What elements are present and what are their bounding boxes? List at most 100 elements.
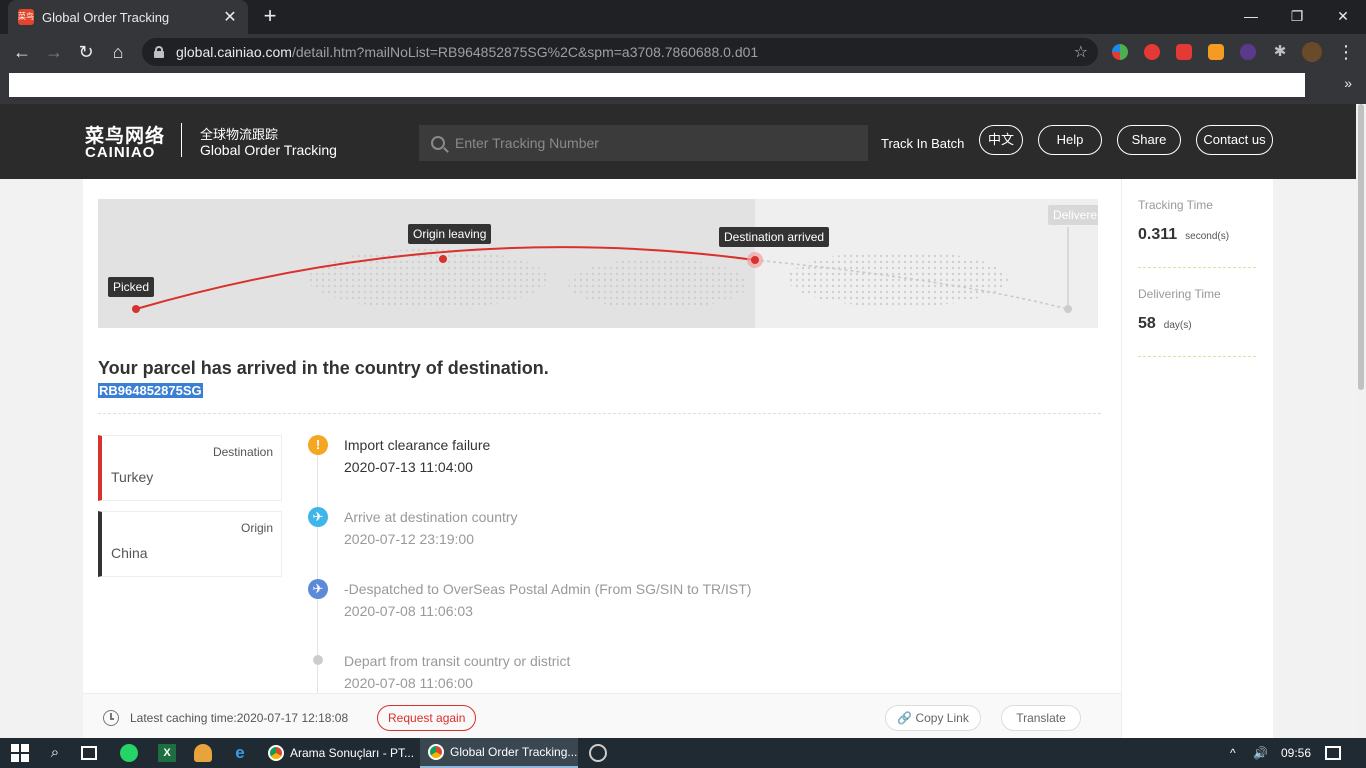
internet-explorer-icon[interactable]: e bbox=[231, 744, 249, 762]
link-icon: 🔗 bbox=[897, 711, 916, 725]
route-point-picked bbox=[132, 305, 140, 313]
alert-icon: ! bbox=[308, 435, 328, 455]
bookmark-star-icon[interactable]: ☆ bbox=[1074, 42, 1088, 62]
reload-button[interactable]: ↻ bbox=[74, 40, 98, 64]
contact-us-button[interactable]: Contact us bbox=[1196, 125, 1273, 155]
tracking-search-box bbox=[419, 125, 868, 161]
event-time: 2020-07-08 11:06:00 bbox=[344, 675, 473, 691]
scrollbar-thumb[interactable] bbox=[1358, 104, 1364, 390]
extension-circle-icon[interactable] bbox=[1240, 44, 1256, 60]
notification-center-icon[interactable] bbox=[1325, 746, 1341, 760]
bookmarks-overflow-icon[interactable]: » bbox=[1344, 75, 1352, 91]
destination-label: Destination bbox=[212, 445, 273, 459]
excel-icon[interactable]: X bbox=[158, 744, 176, 762]
person-app-icon[interactable] bbox=[194, 744, 212, 762]
tab-title: Global Order Tracking bbox=[42, 9, 170, 25]
delivering-time-label: Delivering Time bbox=[1138, 287, 1221, 301]
tab-close-icon[interactable]: ✕ bbox=[222, 7, 238, 27]
origin-label: Origin bbox=[240, 521, 273, 535]
map-label-destination-arrived: Destination arrived bbox=[719, 227, 830, 247]
plane-landing-icon: ✈ bbox=[308, 507, 328, 527]
extension-media-icon[interactable] bbox=[1176, 44, 1192, 60]
translate-button[interactable]: Translate bbox=[1001, 705, 1081, 731]
cache-time-text: Latest caching time:2020-07-17 12:18:08 bbox=[130, 711, 349, 725]
browser-toolbar: ← → ↻ ⌂ global.cainiao.com/detail.htm?ma… bbox=[0, 34, 1366, 70]
toolbar-input-strip[interactable] bbox=[9, 73, 1305, 97]
event-time: 2020-07-12 23:19:00 bbox=[344, 531, 474, 547]
tracking-number-input[interactable] bbox=[455, 135, 855, 151]
cainiao-favicon-icon: 菜鸟 bbox=[18, 9, 34, 25]
extension-hand-icon[interactable] bbox=[1144, 44, 1160, 60]
language-button[interactable]: 中文 bbox=[979, 125, 1023, 155]
taskbar-chrome-window-1[interactable]: Arama Sonuçları - PT... bbox=[260, 738, 418, 768]
chrome-icon bbox=[428, 744, 444, 760]
sidebar-divider bbox=[1138, 356, 1256, 357]
minimize-button[interactable]: — bbox=[1228, 0, 1274, 32]
window-close-button[interactable]: ✕ bbox=[1320, 0, 1366, 32]
whatsapp-icon[interactable] bbox=[120, 744, 138, 762]
route-point-destination-arrived bbox=[751, 256, 759, 264]
taskbar-window-label: Global Order Tracking... bbox=[450, 745, 578, 759]
share-button[interactable]: Share bbox=[1117, 125, 1181, 155]
new-tab-button[interactable]: + bbox=[258, 4, 282, 28]
back-button[interactable]: ← bbox=[10, 40, 34, 64]
browser-tab-active[interactable]: 菜鸟 Global Order Tracking ✕ bbox=[8, 0, 248, 34]
track-in-batch-link[interactable]: Track In Batch bbox=[881, 136, 964, 151]
status-headline: Your parcel has arrived in the country o… bbox=[98, 358, 549, 378]
event-title: Arrive at destination country bbox=[344, 509, 518, 525]
windows-start-icon[interactable] bbox=[11, 744, 29, 762]
route-map: Picked Origin leaving Destination arrive… bbox=[98, 199, 1098, 328]
clock-time[interactable]: 09:56 bbox=[1281, 746, 1311, 760]
search-icon bbox=[431, 136, 445, 150]
route-point-origin-leaving bbox=[439, 255, 447, 263]
map-label-picked: Picked bbox=[108, 277, 155, 297]
volume-icon[interactable]: 🔊 bbox=[1253, 746, 1268, 760]
plane-takeoff-icon: ✈ bbox=[308, 579, 328, 599]
browser-tab-bar: 菜鸟 Global Order Tracking ✕ + — ❐ ✕ bbox=[0, 0, 1366, 34]
sidebar-divider bbox=[1138, 267, 1256, 268]
map-landmass bbox=[308, 249, 548, 309]
subtitle-chinese: 全球物流跟踪 bbox=[200, 127, 279, 142]
event-title: Depart from transit country or district bbox=[344, 653, 571, 669]
page-scrollbar[interactable] bbox=[1356, 104, 1366, 738]
windows-taskbar: ⌕ X e Arama Sonuçları - PT... Global Ord… bbox=[0, 738, 1366, 768]
cache-footer-bar: Latest caching time:2020-07-17 12:18:08 … bbox=[83, 693, 1121, 738]
extension-color-icon[interactable] bbox=[1112, 44, 1128, 60]
route-point-delivered bbox=[1064, 305, 1072, 313]
site-header: 菜鸟网络 CAINIAO 全球物流跟踪 Global Order Trackin… bbox=[0, 104, 1356, 179]
event-title: Import clearance failure bbox=[344, 437, 491, 453]
url-text: global.cainiao.com/detail.htm?mailNoList… bbox=[176, 44, 759, 60]
origin-card: Origin China bbox=[98, 511, 282, 577]
extensions-puzzle-icon[interactable]: ✱ bbox=[1272, 44, 1288, 60]
chrome-icon bbox=[268, 745, 284, 761]
taskbar-search-icon[interactable]: ⌕ bbox=[46, 744, 64, 762]
extension-grid-icon[interactable] bbox=[1208, 44, 1224, 60]
home-button[interactable]: ⌂ bbox=[106, 40, 130, 64]
main-content: Picked Origin leaving Destination arrive… bbox=[83, 179, 1121, 738]
tracking-number[interactable]: RB964852875SG bbox=[98, 383, 203, 398]
address-bar[interactable]: global.cainiao.com/detail.htm?mailNoList… bbox=[142, 38, 1098, 66]
tracking-time-label: Tracking Time bbox=[1138, 198, 1213, 212]
dot-icon bbox=[313, 655, 323, 665]
request-again-button[interactable]: Request again bbox=[377, 705, 477, 731]
logo-divider bbox=[181, 123, 182, 157]
copy-link-button[interactable]: 🔗 Copy Link bbox=[885, 705, 981, 731]
tray-chevron-icon[interactable]: ^ bbox=[1230, 746, 1236, 760]
origin-value: China bbox=[111, 545, 148, 561]
profile-avatar[interactable] bbox=[1302, 42, 1322, 62]
menu-kebab-icon[interactable]: ⋮ bbox=[1334, 40, 1358, 64]
taskbar-chrome-window-2[interactable]: Global Order Tracking... bbox=[420, 738, 578, 768]
help-button[interactable]: Help bbox=[1038, 125, 1102, 155]
clock-icon bbox=[103, 710, 119, 726]
map-label-delivered: Delivere bbox=[1048, 205, 1098, 225]
map-landmass bbox=[568, 259, 748, 309]
subtitle-english: Global Order Tracking bbox=[200, 142, 337, 158]
route-map-svg bbox=[132, 227, 1072, 313]
map-landmass bbox=[788, 251, 1008, 307]
restore-button[interactable]: ❐ bbox=[1274, 0, 1320, 32]
paint-icon[interactable] bbox=[589, 744, 607, 762]
forward-button[interactable]: → bbox=[42, 40, 66, 64]
logo-english[interactable]: CAINIAO bbox=[85, 144, 155, 161]
task-view-icon[interactable] bbox=[81, 746, 97, 760]
event-title: -Despatched to OverSeas Postal Admin (Fr… bbox=[344, 581, 752, 597]
